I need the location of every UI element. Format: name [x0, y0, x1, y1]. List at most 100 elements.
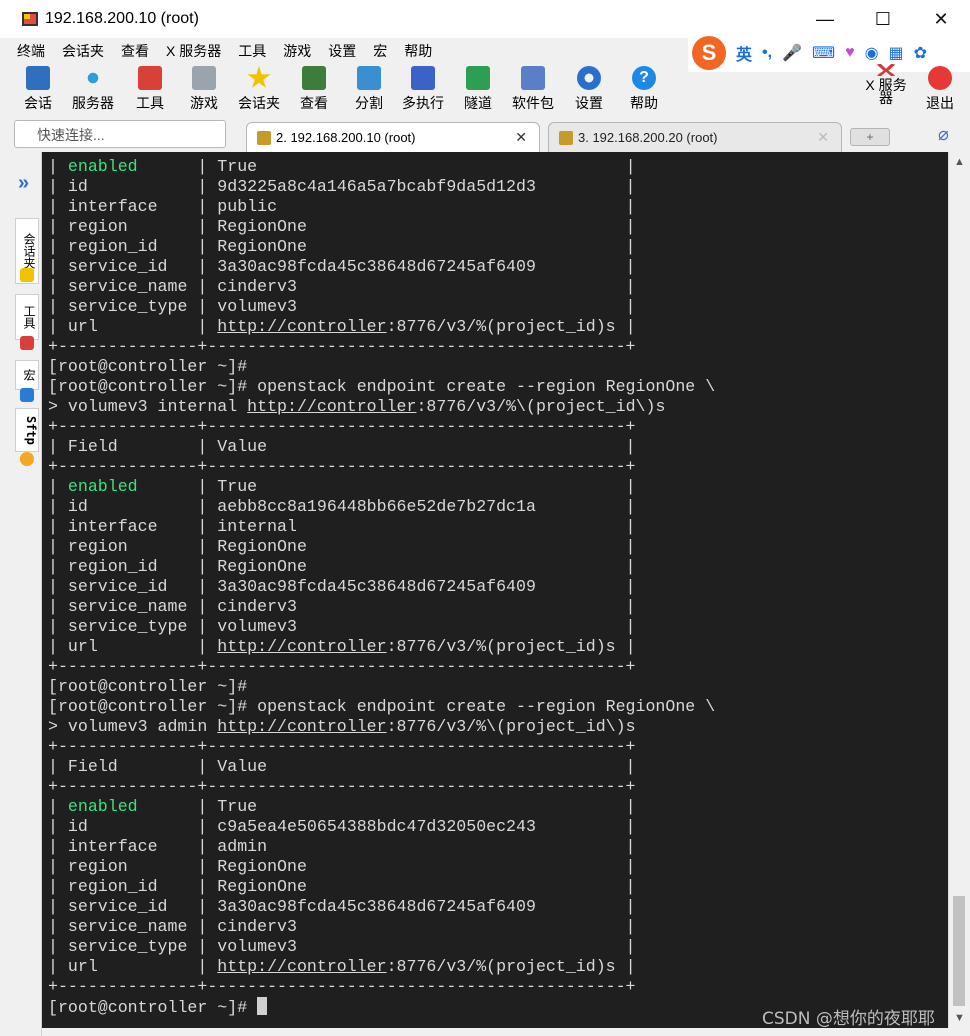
menu-macros[interactable]: 宏	[373, 41, 387, 61]
toolbar-multiexec[interactable]: 多执行	[402, 64, 444, 116]
terminal-text: | url |	[48, 637, 218, 656]
sidebar-tab-tools[interactable]: 工具	[15, 294, 39, 340]
terminal-line: | Field | Value |	[48, 437, 715, 457]
sidebar-tab-sftp[interactable]: Sftp	[15, 408, 39, 452]
terminal-line: | Field | Value |	[48, 757, 715, 777]
menu-view[interactable]: 查看	[121, 41, 149, 61]
terminal-text: +--------------+------------------------…	[48, 457, 636, 476]
menu-settings[interactable]: 设置	[328, 41, 356, 61]
terminal-line: | region | RegionOne |	[48, 537, 715, 557]
toolbar-packages[interactable]: 软件包	[512, 64, 554, 116]
terminal-line: | service_name | cinderv3 |	[48, 597, 715, 617]
toolbar-split[interactable]: 分割	[355, 64, 383, 116]
terminal-text: | service_id | 3a30ac98fcda45c38648d6724…	[48, 897, 636, 916]
terminal-text: | Field | Value |	[48, 437, 636, 456]
terminal-text: enabled	[67, 477, 138, 496]
terminal-text: | region | RegionOne |	[48, 217, 636, 236]
maximize-button[interactable]: ☐	[854, 0, 912, 38]
watermark: CSDN @想你的夜耶耶	[762, 1009, 935, 1029]
main-toolbar: 会话 服务器 工具 游戏 会话夹 查看 分割 多执行 隧道 软件包 设置 ? 帮…	[0, 64, 970, 116]
terminal-text: +--------------+------------------------…	[48, 977, 636, 996]
gamepad-icon	[192, 66, 216, 90]
mobaxterm-window: 192.168.200.10 (root) — ☐ ✕ 终端 会话夹 查看 X …	[0, 0, 970, 1036]
terminal-line: | enabled | True |	[48, 797, 715, 817]
view-icon	[302, 66, 326, 90]
tab-session-3[interactable]: 3. 192.168.200.20 (root) ✕	[548, 122, 842, 152]
menu-xserver[interactable]: X 服务器	[166, 41, 221, 61]
quick-connect-input[interactable]: 快速连接...	[14, 120, 226, 148]
terminal-text: | service_id | 3a30ac98fcda45c38648d6724…	[48, 257, 636, 276]
terminal-line: | region | RegionOne |	[48, 857, 715, 877]
toolbar-multiexec-label: 多执行	[402, 95, 444, 111]
terminal-text: http://controller	[217, 317, 387, 336]
terminal-line: | service_name | cinderv3 |	[48, 917, 715, 937]
apps-grid-icon[interactable]: ▦	[889, 43, 904, 63]
ime-punct-toggle[interactable]: •,	[762, 44, 772, 62]
terminal-line: [root@controller ~]# openstack endpoint …	[48, 697, 715, 717]
menu-sessions[interactable]: 会话夹	[62, 41, 104, 61]
close-button[interactable]: ✕	[912, 0, 970, 38]
power-icon	[928, 66, 952, 90]
app-icon	[21, 10, 39, 28]
microphone-icon[interactable]: 🎤	[782, 43, 802, 63]
skin-icon[interactable]: ♥	[845, 44, 855, 62]
tab-session-2[interactable]: 2. 192.168.200.10 (root) ✕	[246, 122, 540, 152]
toolbar-tools[interactable]: 工具	[136, 64, 164, 116]
terminal-line: | id | 9d3225a8c4a146a5a7bcabf9da5d12d3 …	[48, 177, 715, 197]
toolbar-sessions[interactable]: 会话夹	[238, 64, 280, 116]
scroll-up-icon[interactable]: ▲	[954, 156, 965, 168]
tab-close-icon[interactable]: ✕	[817, 129, 829, 146]
menu-tools[interactable]: 工具	[238, 41, 266, 61]
paperclip-icon[interactable]: ⌀	[938, 124, 949, 145]
terminal-text: +--------------+------------------------…	[48, 657, 636, 676]
scroll-down-icon[interactable]: ▼	[954, 1012, 965, 1024]
toolbar-games[interactable]: 游戏	[190, 64, 218, 116]
terminal-text: [root@controller ~]# openstack endpoint …	[48, 377, 716, 396]
keyboard-icon[interactable]: ⌨	[812, 43, 835, 63]
terminal-tab-icon	[257, 130, 271, 145]
menu-bar: 终端 会话夹 查看 X 服务器 工具 游戏 设置 宏 帮助	[0, 38, 690, 64]
tunnel-icon	[466, 66, 490, 90]
terminal-line: +--------------+------------------------…	[48, 337, 715, 357]
terminal-line: | region_id | RegionOne |	[48, 557, 715, 577]
toolbar-exit[interactable]: 退出	[926, 64, 954, 116]
terminal-line: +--------------+------------------------…	[48, 737, 715, 757]
menu-help[interactable]: 帮助	[404, 41, 432, 61]
scroll-thumb[interactable]	[953, 896, 965, 1006]
tab-close-icon[interactable]: ✕	[515, 129, 527, 146]
toolbar-tunnel-label: 隧道	[464, 95, 492, 111]
terminal-text: | service_name | cinderv3 |	[48, 597, 636, 616]
ime-lang-toggle[interactable]: 英	[736, 41, 752, 65]
menu-terminal[interactable]: 终端	[17, 41, 45, 61]
terminal-line: | id | aebb8cc8a196448bb66e52de7b27dc1a …	[48, 497, 715, 517]
toolbar-view[interactable]: 查看	[300, 64, 328, 116]
toolbar-packages-label: 软件包	[512, 95, 554, 111]
terminal-text: :8776/v3/%\(project_id\)s	[386, 717, 636, 736]
menu-games[interactable]: 游戏	[283, 41, 311, 61]
terminal-text: |	[48, 477, 68, 496]
toolbar-help[interactable]: ? 帮助	[630, 64, 658, 116]
toolbar-session[interactable]: 会话	[24, 64, 52, 116]
terminal-line: | service_id | 3a30ac98fcda45c38648d6724…	[48, 577, 715, 597]
terminal-text: | service_type | volumev3 |	[48, 937, 636, 956]
toolbar-tunnel[interactable]: 隧道	[464, 64, 492, 116]
sidebar-tab-macros[interactable]: 宏	[15, 360, 39, 390]
toolbar-sessions-label: 会话夹	[238, 95, 280, 111]
terminal-text: | service_type | volumev3 |	[48, 297, 636, 316]
ime-settings-icon[interactable]: ✿	[914, 43, 927, 63]
terminal-text: |	[48, 157, 68, 176]
minimize-button[interactable]: —	[796, 0, 854, 38]
terminal-text: | service_type | volumev3 |	[48, 617, 636, 636]
terminal-line: | service_type | volumev3 |	[48, 297, 715, 317]
terminal-line: | service_id | 3a30ac98fcda45c38648d6724…	[48, 897, 715, 917]
vertical-scrollbar[interactable]: ▲ ▼	[948, 152, 970, 1028]
terminal-output[interactable]: | enabled | True | | id | 9d3225a8c4a146a…	[42, 152, 948, 1028]
toolbar-settings[interactable]: 设置	[575, 64, 603, 116]
toolbar-servers[interactable]: 服务器	[72, 64, 114, 116]
toolbar-split-label: 分割	[355, 95, 383, 111]
terminal-text: | url |	[48, 317, 218, 336]
toolbar-xserver[interactable]: X 服务器	[862, 64, 910, 116]
expand-sidebar-icon[interactable]: »	[18, 172, 29, 195]
gamepad-icon[interactable]: ◉	[865, 43, 879, 63]
new-tab-button[interactable]: +	[850, 128, 890, 146]
